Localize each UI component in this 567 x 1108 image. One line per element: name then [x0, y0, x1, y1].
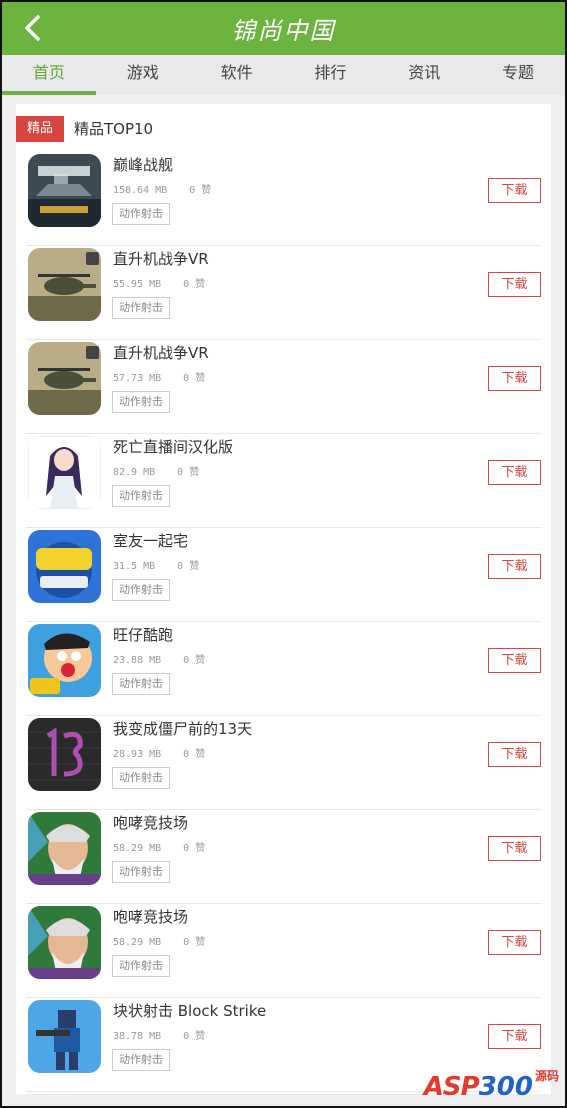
app-meta: 82.9 MB 0 赞: [113, 463, 199, 478]
app-name[interactable]: 直升机战争VR: [113, 342, 209, 363]
app-likes: 0 赞: [183, 749, 206, 760]
app-meta: 57.73 MB 0 赞: [113, 369, 205, 384]
app-size: 158.64 MB: [113, 185, 168, 196]
app-title: 锦尚中国: [231, 17, 336, 45]
app-list-item[interactable]: 死亡直播间汉化版 82.9 MB 0 赞 动作射击 下载: [26, 434, 541, 528]
app-meta: 38.78 MB 0 赞: [113, 1027, 205, 1042]
tab-news[interactable]: 资讯: [377, 55, 471, 95]
app-likes: 0 赞: [183, 655, 206, 666]
app-meta: 55.95 MB 0 赞: [113, 275, 205, 290]
watermark-asp: ASP: [423, 1072, 480, 1102]
tab-home[interactable]: 首页: [2, 55, 96, 95]
app-meta: 58.29 MB 0 赞: [113, 933, 205, 948]
app-likes: 0 赞: [177, 467, 200, 478]
app-name[interactable]: 室友一起宅: [113, 530, 188, 551]
download-button[interactable]: 下载: [488, 1024, 541, 1049]
app-size: 23.88 MB: [113, 655, 162, 666]
app-size: 82.9 MB: [113, 467, 156, 478]
app-list-item[interactable]: 巅峰战舰 158.64 MB 0 赞 动作射击 下载: [26, 152, 541, 246]
download-button[interactable]: 下载: [488, 648, 541, 673]
app-size: 31.5 MB: [113, 561, 156, 572]
download-button[interactable]: 下载: [488, 272, 541, 297]
app-size: 58.29 MB: [113, 843, 162, 854]
tab-topics[interactable]: 专题: [471, 55, 565, 95]
app-list: 巅峰战舰 158.64 MB 0 赞 动作射击 下载 直升机战争VR 55.95 …: [16, 152, 551, 1092]
app-category-tag[interactable]: 动作射击: [112, 391, 170, 413]
helicopter-icon[interactable]: [28, 248, 101, 321]
app-category-tag[interactable]: 动作射击: [112, 861, 170, 883]
tab-software[interactable]: 软件: [190, 55, 284, 95]
app-size: 57.73 MB: [113, 373, 162, 384]
tab-ranking[interactable]: 排行: [283, 55, 377, 95]
watermark-code: 源码: [534, 1069, 559, 1083]
tab-bar: 首页 游戏 软件 排行 资讯 专题: [2, 55, 565, 95]
download-button[interactable]: 下载: [488, 366, 541, 391]
top-header: 锦尚中国: [2, 2, 565, 55]
download-button[interactable]: 下载: [488, 178, 541, 203]
app-category-tag[interactable]: 动作射击: [112, 1049, 170, 1071]
tab-games[interactable]: 游戏: [96, 55, 190, 95]
number-13-icon[interactable]: [28, 718, 101, 791]
back-arrow-icon[interactable]: [20, 14, 48, 42]
app-category-tag[interactable]: 动作射击: [112, 673, 170, 695]
app-meta: 23.88 MB 0 赞: [113, 651, 205, 666]
app-likes: 0 赞: [177, 561, 200, 572]
app-likes: 0 赞: [183, 279, 206, 290]
asp300-watermark: ASP 300 源码: [424, 1062, 559, 1102]
app-likes: 0 赞: [183, 373, 206, 384]
app-name[interactable]: 死亡直播间汉化版: [113, 436, 233, 457]
app-likes: 0 赞: [183, 937, 206, 948]
helicopter-icon[interactable]: [28, 342, 101, 415]
download-button[interactable]: 下载: [488, 930, 541, 955]
app-category-tag[interactable]: 动作射击: [112, 767, 170, 789]
blocky-soldier-icon[interactable]: [28, 1000, 101, 1073]
app-size: 38.78 MB: [113, 1031, 162, 1042]
old-warrior-icon[interactable]: [28, 906, 101, 979]
app-meta: 58.29 MB 0 赞: [113, 839, 205, 854]
anime-girl-icon[interactable]: [28, 436, 101, 509]
app-list-item[interactable]: 旺仔酷跑 23.88 MB 0 赞 动作射击 下载: [26, 622, 541, 716]
app-category-tag[interactable]: 动作射击: [112, 297, 170, 319]
app-list-item[interactable]: 室友一起宅 31.5 MB 0 赞 动作射击 下载: [26, 528, 541, 622]
app-name[interactable]: 咆哮竞技场: [113, 906, 188, 927]
app-name[interactable]: 咆哮竞技场: [113, 812, 188, 833]
app-likes: 0 赞: [183, 1031, 206, 1042]
section-header: 精品 精品TOP10: [16, 104, 551, 152]
app-category-tag[interactable]: 动作射击: [112, 485, 170, 507]
app-list-item[interactable]: 直升机战争VR 57.73 MB 0 赞 动作射击 下载: [26, 340, 541, 434]
big-brother-icon[interactable]: [28, 530, 101, 603]
app-meta: 158.64 MB 0 赞: [113, 181, 211, 196]
app-size: 28.93 MB: [113, 749, 162, 760]
app-meta: 31.5 MB 0 赞: [113, 557, 199, 572]
app-name[interactable]: 块状射击 Block Strike: [113, 1000, 266, 1021]
app-name[interactable]: 巅峰战舰: [113, 154, 173, 175]
app-category-tag[interactable]: 动作射击: [112, 579, 170, 601]
featured-panel: 精品 精品TOP10 巅峰战舰 158.64 MB 0 赞 动作射击 下载 直升…: [16, 104, 551, 1094]
download-button[interactable]: 下载: [488, 460, 541, 485]
featured-badge: 精品: [16, 116, 64, 142]
download-button[interactable]: 下载: [488, 742, 541, 767]
app-list-item[interactable]: 我变成僵尸前的13天 28.93 MB 0 赞 动作射击 下载: [26, 716, 541, 810]
app-list-item[interactable]: 直升机战争VR 55.95 MB 0 赞 动作射击 下载: [26, 246, 541, 340]
app-list-item[interactable]: 咆哮竞技场 58.29 MB 0 赞 动作射击 下载: [26, 904, 541, 998]
app-name[interactable]: 旺仔酷跑: [113, 624, 173, 645]
old-warrior-icon[interactable]: [28, 812, 101, 885]
app-size: 58.29 MB: [113, 937, 162, 948]
app-name[interactable]: 我变成僵尸前的13天: [113, 718, 252, 739]
download-button[interactable]: 下载: [488, 836, 541, 861]
app-likes: 0 赞: [183, 843, 206, 854]
app-likes: 0 赞: [189, 185, 212, 196]
app-category-tag[interactable]: 动作射击: [112, 203, 170, 225]
cartoon-boy-icon[interactable]: [28, 624, 101, 697]
section-title: 精品TOP10: [74, 120, 154, 138]
warship-icon[interactable]: [28, 154, 101, 227]
watermark-300: 300: [478, 1072, 533, 1102]
app-list-item[interactable]: 咆哮竞技场 58.29 MB 0 赞 动作射击 下载: [26, 810, 541, 904]
app-name[interactable]: 直升机战争VR: [113, 248, 209, 269]
download-button[interactable]: 下载: [488, 554, 541, 579]
app-size: 55.95 MB: [113, 279, 162, 290]
app-meta: 28.93 MB 0 赞: [113, 745, 205, 760]
app-category-tag[interactable]: 动作射击: [112, 955, 170, 977]
